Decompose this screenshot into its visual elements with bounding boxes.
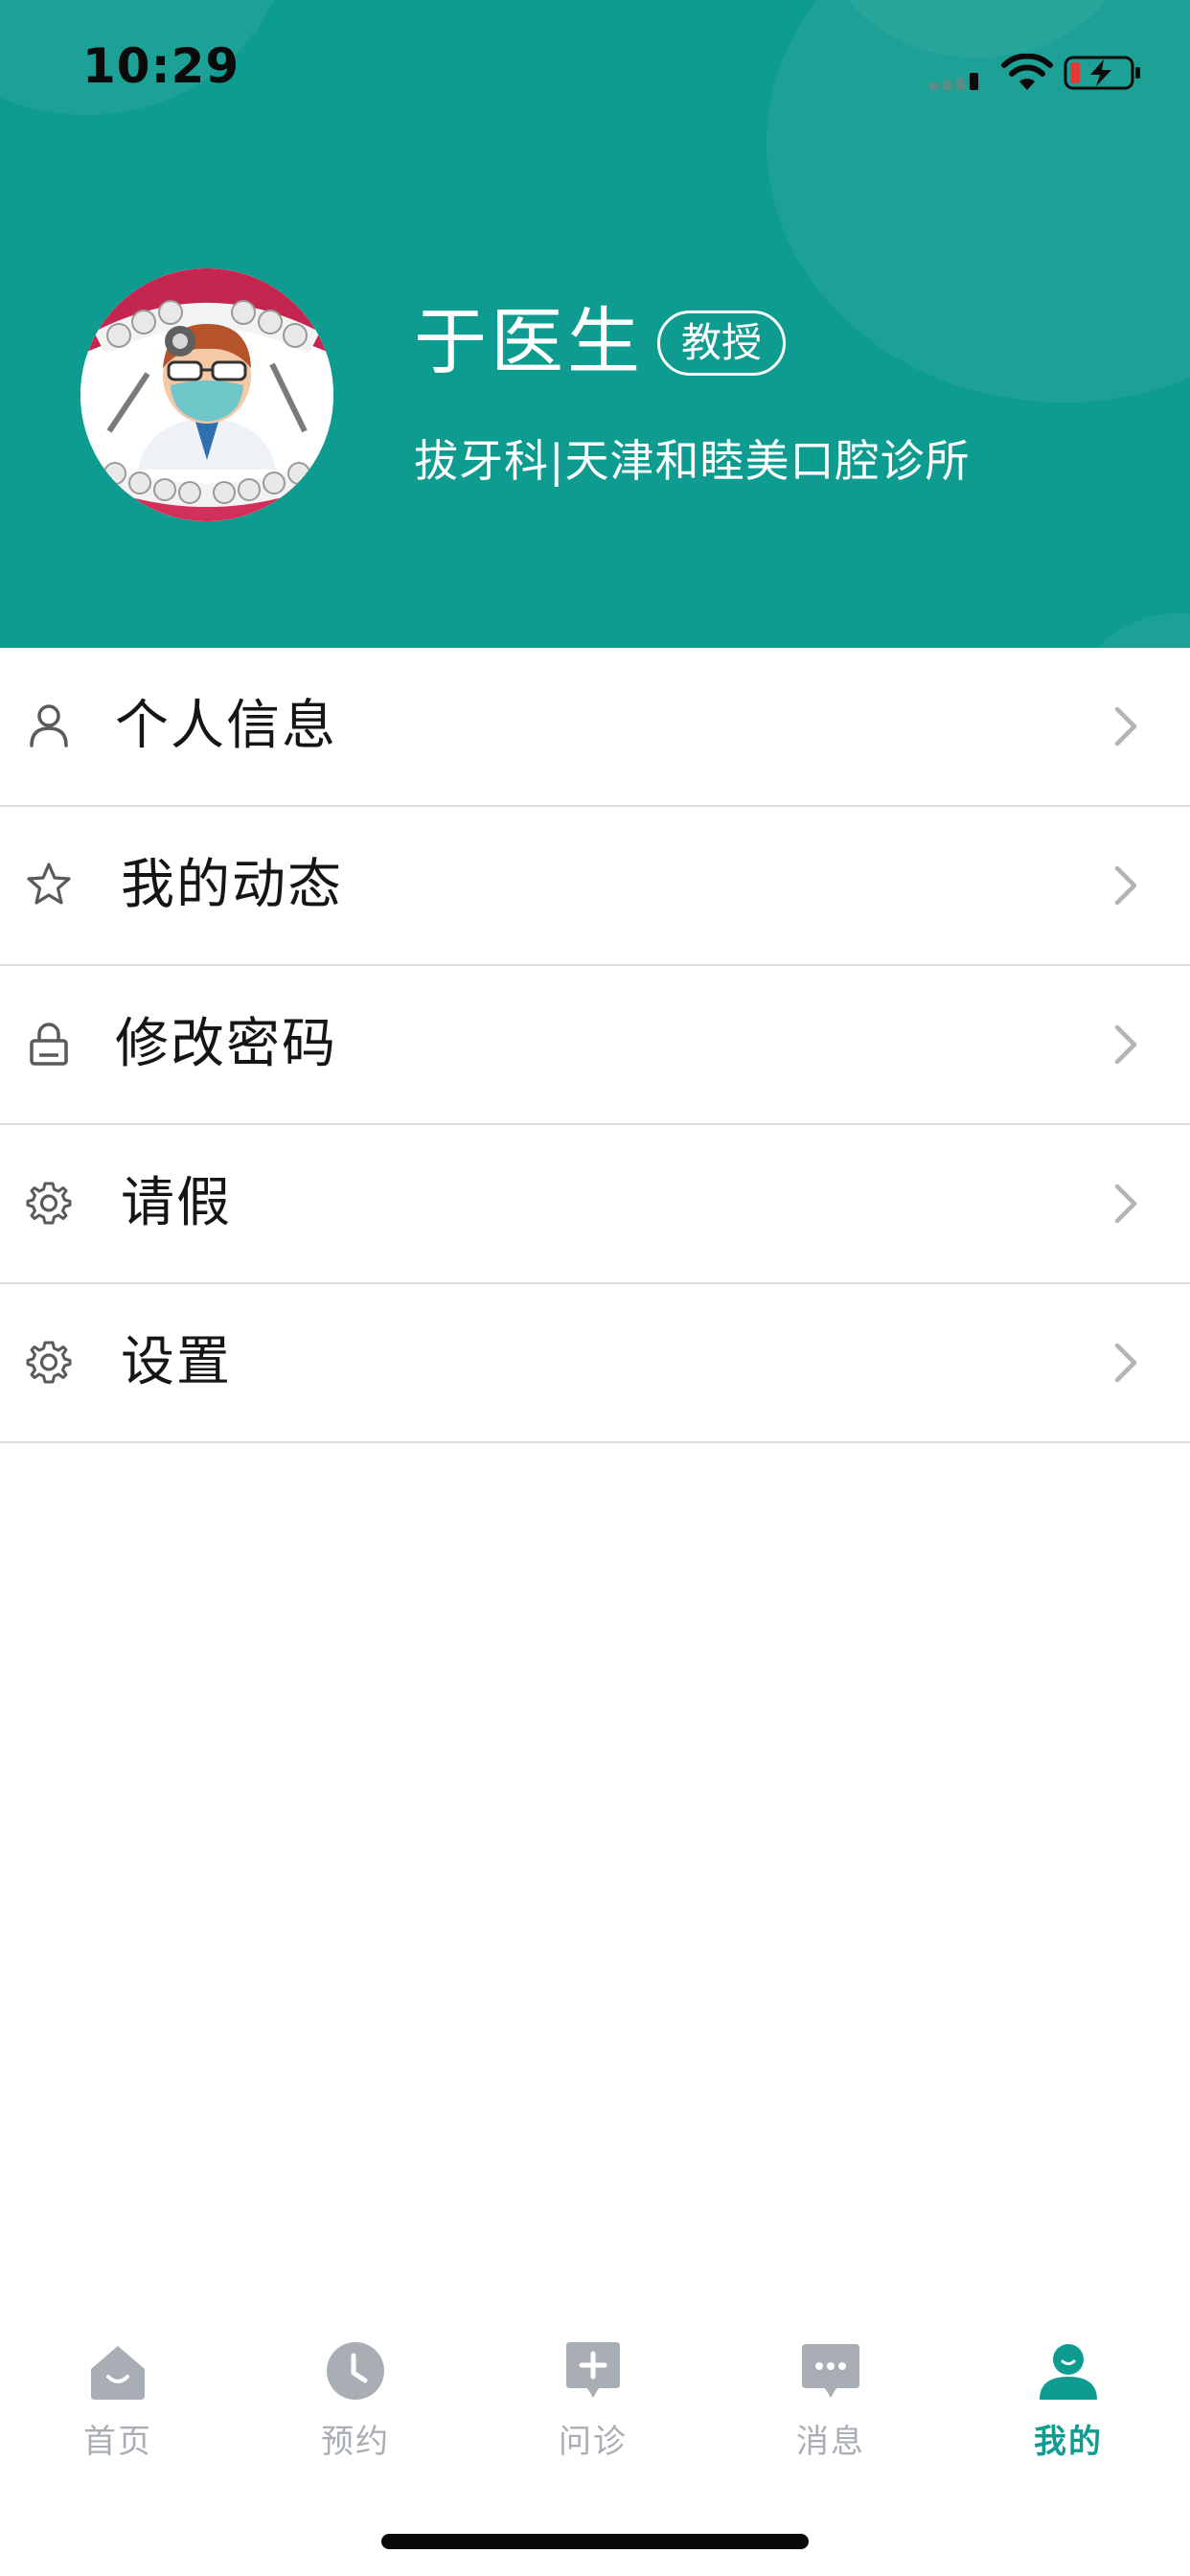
menu-item-label: 设置	[121, 1331, 232, 1393]
gear-icon	[26, 1341, 72, 1384]
header-decoration	[1073, 613, 1190, 648]
profile-icon	[1040, 2344, 1097, 2400]
gear-icon	[26, 1182, 72, 1225]
menu-item-my-posts[interactable]: 我的动态	[0, 807, 1190, 966]
doctor-name: 于医生	[414, 299, 644, 384]
clock-icon	[327, 2342, 384, 2400]
tab-appointment[interactable]: 预约	[260, 2338, 451, 2482]
chevron-right-icon	[1114, 1024, 1137, 1065]
tab-label: 问诊	[559, 2423, 628, 2461]
wifi-icon	[1001, 54, 1053, 90]
chevron-right-icon	[1114, 706, 1137, 747]
tab-mine[interactable]: 我的	[973, 2338, 1164, 2482]
menu-item-label: 请假	[121, 1172, 232, 1234]
menu-item-label: 修改密码	[115, 1013, 337, 1075]
star-icon	[27, 862, 71, 905]
tab-home[interactable]: 首页	[22, 2338, 214, 2482]
chevron-right-icon	[1114, 1343, 1137, 1383]
consult-icon	[566, 2342, 620, 2398]
menu-item-label: 个人信息	[115, 695, 337, 757]
tab-label: 我的	[1034, 2423, 1103, 2461]
doctor-avatar[interactable]	[80, 268, 333, 521]
tab-label: 预约	[321, 2423, 390, 2461]
title-badge: 教授	[657, 310, 787, 376]
bottom-tab-bar: 首页 预约 问诊 消息 我的	[0, 2319, 1190, 2482]
home-indicator[interactable]	[381, 2534, 809, 2549]
tab-label: 首页	[83, 2423, 152, 2461]
tab-label: 消息	[796, 2423, 865, 2461]
menu-item-settings[interactable]: 设置	[0, 1284, 1190, 1443]
menu-item-leave[interactable]: 请假	[0, 1125, 1190, 1284]
dentist-avatar-illustration	[80, 268, 333, 521]
status-time: 10:29	[82, 38, 240, 94]
tab-consultation[interactable]: 问诊	[497, 2338, 689, 2482]
status-bar: 10:29	[0, 0, 1190, 144]
profile-header: 10:29 于医生 教授 拔牙科|天津和睦美口腔诊所	[0, 0, 1190, 648]
profile-menu: 个人信息 我的动态 修改密码 请假 设置	[0, 648, 1190, 1443]
chevron-right-icon	[1114, 1184, 1137, 1224]
home-icon	[91, 2346, 145, 2400]
tab-messages[interactable]: 消息	[735, 2338, 927, 2482]
person-icon	[30, 704, 68, 748]
menu-item-personal-info[interactable]: 个人信息	[0, 648, 1190, 807]
battery-charging-icon	[1064, 56, 1140, 90]
chevron-right-icon	[1114, 865, 1137, 906]
menu-item-label: 我的动态	[121, 854, 343, 916]
message-icon	[802, 2344, 859, 2398]
menu-item-change-password[interactable]: 修改密码	[0, 966, 1190, 1125]
cellular-signal-icon	[929, 73, 978, 90]
lock-icon	[30, 1023, 68, 1066]
department-clinic: 拔牙科|天津和睦美口腔诊所	[414, 435, 971, 487]
